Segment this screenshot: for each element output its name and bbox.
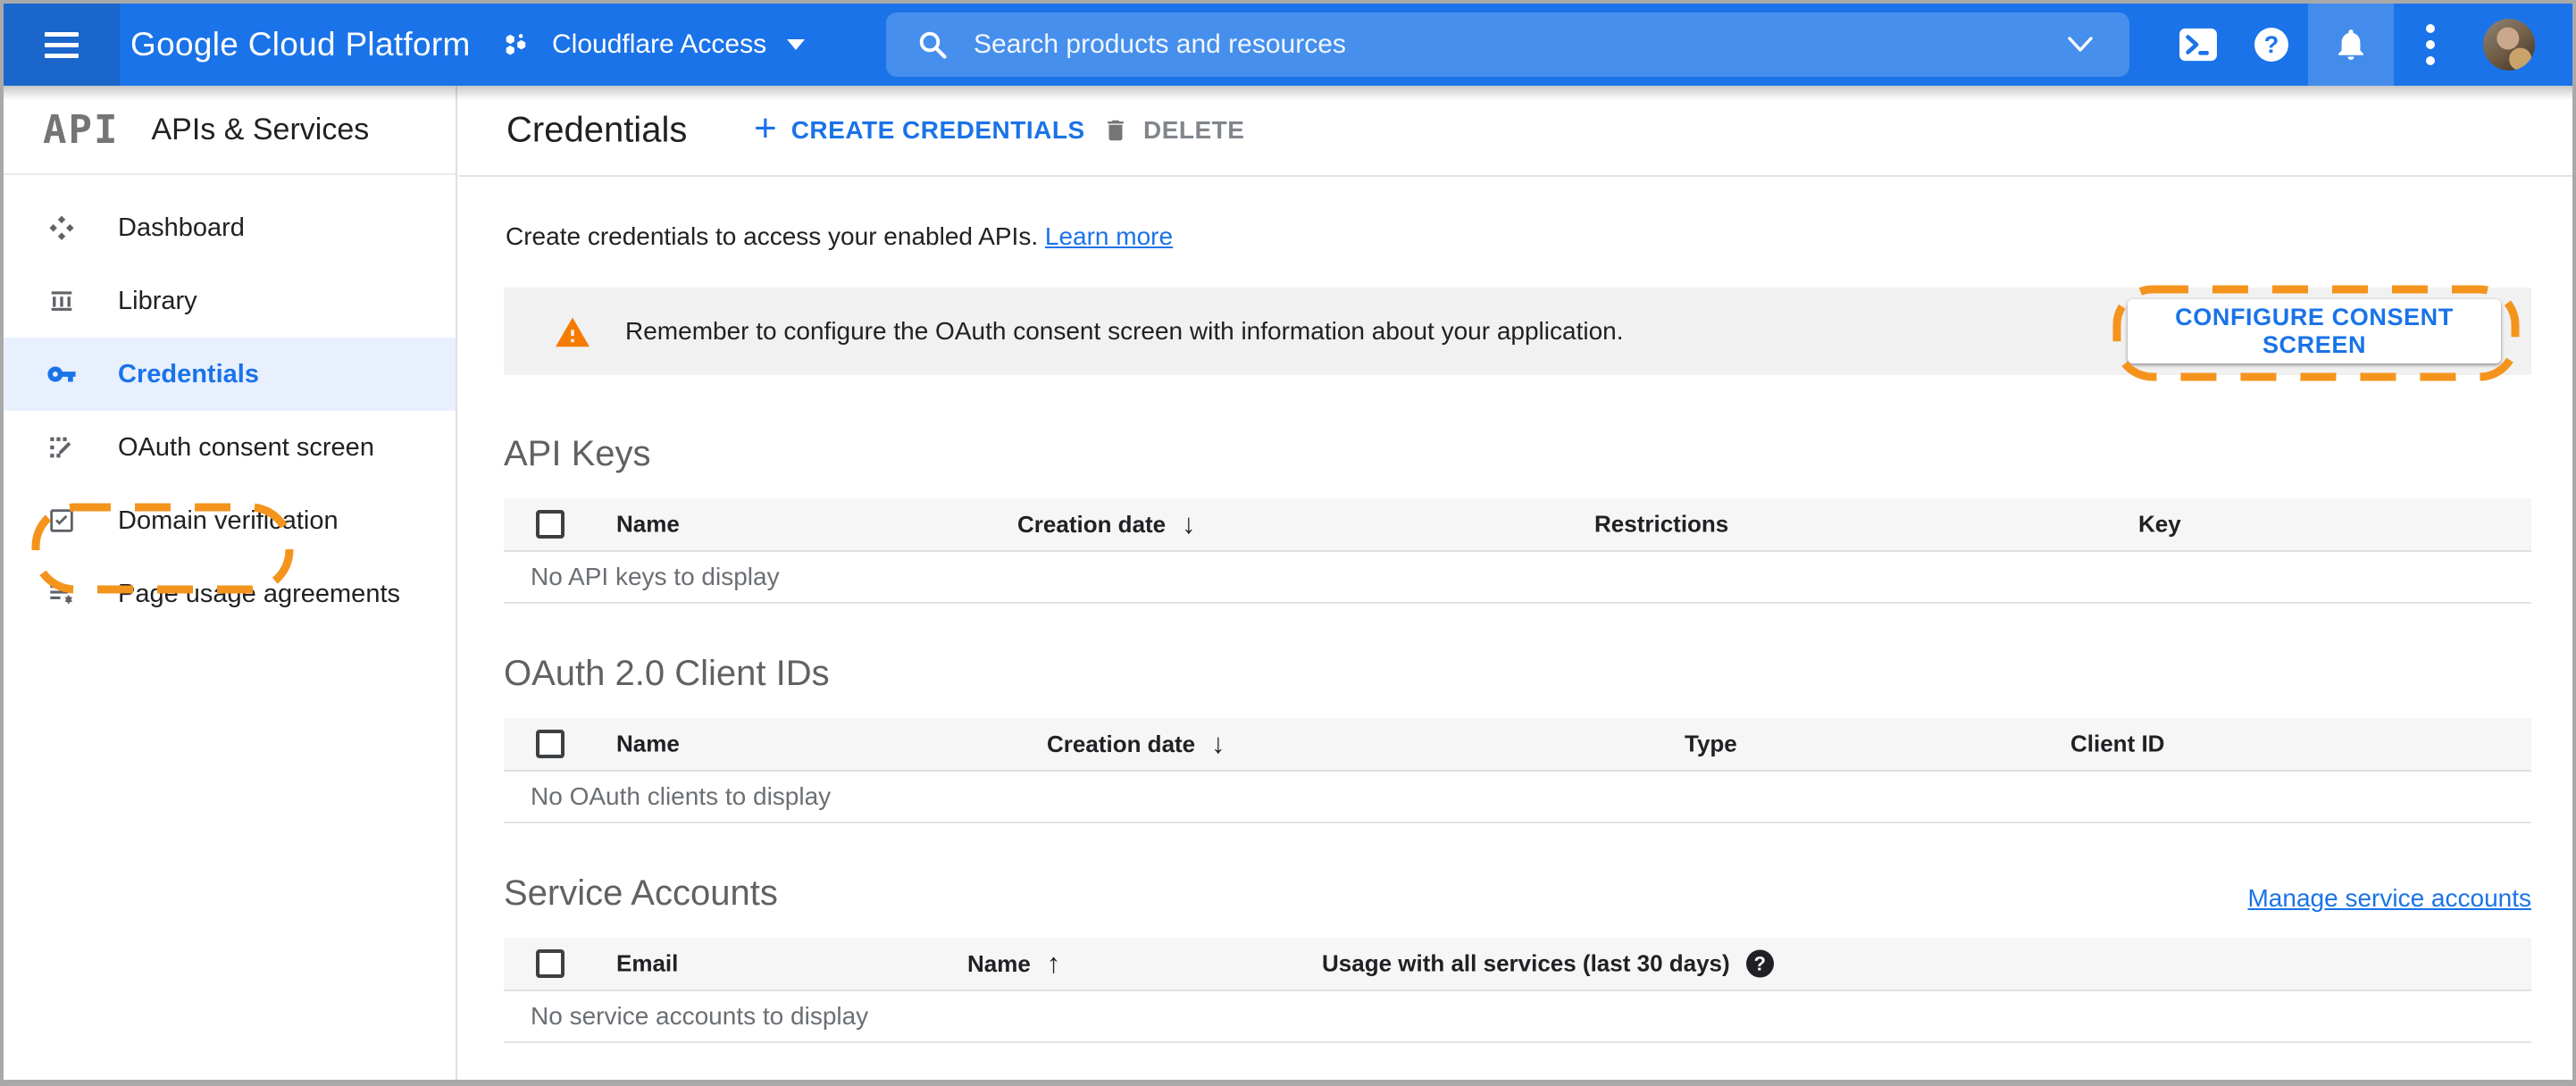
sidebar-item-label: Library — [118, 286, 197, 315]
service-accounts-section-header: Service Accounts Manage service accounts — [504, 873, 2531, 913]
oauth-clients-table: Name Creation date ↓ Type Client ID No O… — [504, 718, 2531, 823]
page-appbar: Credentials + CREATE CREDENTIALS DELETE — [459, 86, 2572, 177]
sidebar-title: APIs & Services — [151, 112, 370, 146]
service-accounts-table: Email Name ↑ Usage with all services (la… — [504, 938, 2531, 1043]
empty-state-text: No service accounts to display — [531, 1002, 869, 1030]
consent-screen-icon — [50, 437, 71, 458]
sidebar-item-label: Credentials — [118, 359, 259, 388]
project-name: Cloudflare Access — [552, 29, 767, 59]
sidebar-nav: Dashboard Library Credentials OAuth cons… — [4, 175, 456, 631]
create-credentials-button[interactable]: + CREATE CREDENTIALS — [754, 86, 1085, 175]
help-icon: ? — [2254, 28, 2288, 62]
column-header-name[interactable]: Name ↑ — [967, 948, 1060, 980]
header-actions: ? — [2162, 4, 2535, 86]
empty-state-text: No API keys to display — [531, 563, 780, 590]
sidebar-item-oauth-consent-screen[interactable]: OAuth consent screen — [4, 411, 456, 484]
help-button[interactable]: ? — [2235, 4, 2308, 86]
top-navigation-bar: Google Cloud Platform Cloudflare Access — [4, 4, 2572, 86]
domain-verification-icon — [50, 509, 73, 532]
search-icon — [919, 31, 947, 59]
sort-desc-icon: ↓ — [1182, 508, 1196, 539]
dashboard-icon — [49, 215, 74, 240]
sidebar-item-credentials[interactable]: Credentials — [4, 338, 456, 411]
chevron-down-icon[interactable] — [2067, 37, 2094, 53]
sidebar-item-label: Page usage agreements — [118, 579, 400, 608]
sidebar-item-label: Domain verification — [118, 505, 339, 535]
configure-consent-screen-button[interactable]: CONFIGURE CONSENT SCREEN — [2128, 299, 2501, 363]
sidebar: API APIs & Services Dashboard Library Cr… — [4, 86, 457, 1080]
gcp-console-window: Google Cloud Platform Cloudflare Access — [0, 0, 2576, 1086]
column-header-creation-date[interactable]: Creation date ↓ — [1017, 508, 1196, 540]
warning-icon — [556, 317, 590, 347]
hamburger-menu-button[interactable] — [4, 4, 120, 86]
column-header-client-id[interactable]: Client ID — [2070, 731, 2164, 758]
delete-label: DELETE — [1143, 116, 1245, 144]
empty-state-text: No OAuth clients to display — [531, 782, 832, 810]
section-title-oauth-client-ids: OAuth 2.0 Client IDs — [504, 654, 830, 693]
banner-action: CONFIGURE CONSENT SCREEN — [2112, 285, 2520, 381]
oauth-clients-empty-row: No OAuth clients to display — [504, 772, 2531, 823]
hamburger-icon — [45, 26, 79, 64]
project-selector[interactable]: Cloudflare Access — [500, 4, 806, 86]
manage-service-accounts-link[interactable]: Manage service accounts — [2247, 884, 2531, 913]
apis-services-logo: API — [43, 106, 120, 153]
sidebar-item-page-usage-agreements[interactable]: Page usage agreements — [4, 557, 456, 631]
plus-icon: + — [754, 106, 777, 150]
column-header-type[interactable]: Type — [1685, 731, 1737, 758]
service-accounts-table-header: Email Name ↑ Usage with all services (la… — [504, 938, 2531, 991]
user-avatar[interactable] — [2483, 19, 2535, 71]
product-name[interactable]: Google Cloud Platform — [130, 4, 471, 86]
main-content: Credentials + CREATE CREDENTIALS DELETE … — [459, 86, 2572, 1080]
warning-text: Remember to configure the OAuth consent … — [625, 317, 1624, 345]
trash-icon — [1108, 120, 1124, 141]
usage-help-icon[interactable]: ? — [1745, 949, 1774, 978]
oauth-clients-table-header: Name Creation date ↓ Type Client ID — [504, 718, 2531, 772]
warning-banner: Remember to configure the OAuth consent … — [504, 285, 2531, 381]
sidebar-item-domain-verification[interactable]: Domain verification — [4, 484, 456, 557]
page-usage-agreements-icon — [50, 585, 72, 605]
notifications-button[interactable] — [2308, 4, 2394, 86]
column-header-name[interactable]: Name — [616, 731, 680, 758]
more-options-icon — [2426, 24, 2435, 65]
sidebar-item-label: OAuth consent screen — [118, 432, 374, 462]
page-title: Credentials — [506, 110, 688, 150]
section-title-api-keys: API Keys — [504, 434, 651, 473]
delete-button[interactable]: DELETE — [1102, 86, 1244, 175]
section-title-service-accounts: Service Accounts — [504, 873, 778, 913]
select-all-checkbox[interactable] — [536, 510, 565, 539]
select-all-checkbox[interactable] — [536, 730, 565, 758]
column-header-name[interactable]: Name — [616, 511, 680, 539]
cloud-shell-icon — [2179, 28, 2217, 62]
column-header-restrictions[interactable]: Restrictions — [1594, 511, 1728, 539]
column-header-email[interactable]: Email — [616, 950, 678, 978]
column-header-creation-date[interactable]: Creation date ↓ — [1047, 728, 1225, 760]
sort-desc-icon: ↓ — [1211, 728, 1225, 759]
cloud-shell-button[interactable] — [2162, 4, 2235, 86]
search-input[interactable] — [974, 29, 2067, 60]
sidebar-header: API APIs & Services — [4, 86, 456, 175]
column-header-usage[interactable]: Usage with all services (last 30 days) ? — [1322, 949, 1774, 978]
intro-text: Create credentials to access your enable… — [506, 222, 1174, 250]
library-icon — [51, 291, 72, 311]
sidebar-item-dashboard[interactable]: Dashboard — [4, 191, 456, 264]
api-keys-table-header: Name Creation date ↓ Restrictions Key — [504, 498, 2531, 552]
more-options-button[interactable] — [2394, 4, 2467, 86]
project-icon — [506, 34, 526, 55]
notifications-icon — [2338, 29, 2363, 60]
select-all-checkbox[interactable] — [536, 949, 565, 978]
column-header-key[interactable]: Key — [2138, 511, 2181, 539]
service-accounts-empty-row: No service accounts to display — [504, 991, 2531, 1043]
sidebar-item-label: Dashboard — [118, 213, 245, 242]
api-keys-table: Name Creation date ↓ Restrictions Key No… — [504, 498, 2531, 604]
api-keys-empty-row: No API keys to display — [504, 552, 2531, 604]
sidebar-item-library[interactable]: Library — [4, 264, 456, 338]
page-content: Create credentials to access your enable… — [459, 221, 2572, 1043]
caret-down-icon — [787, 39, 806, 50]
key-icon — [47, 366, 76, 382]
sort-asc-icon: ↑ — [1046, 948, 1061, 979]
learn-more-link[interactable]: Learn more — [1045, 222, 1173, 250]
search-bar[interactable] — [886, 13, 2129, 77]
create-credentials-label: CREATE CREDENTIALS — [790, 116, 1085, 144]
